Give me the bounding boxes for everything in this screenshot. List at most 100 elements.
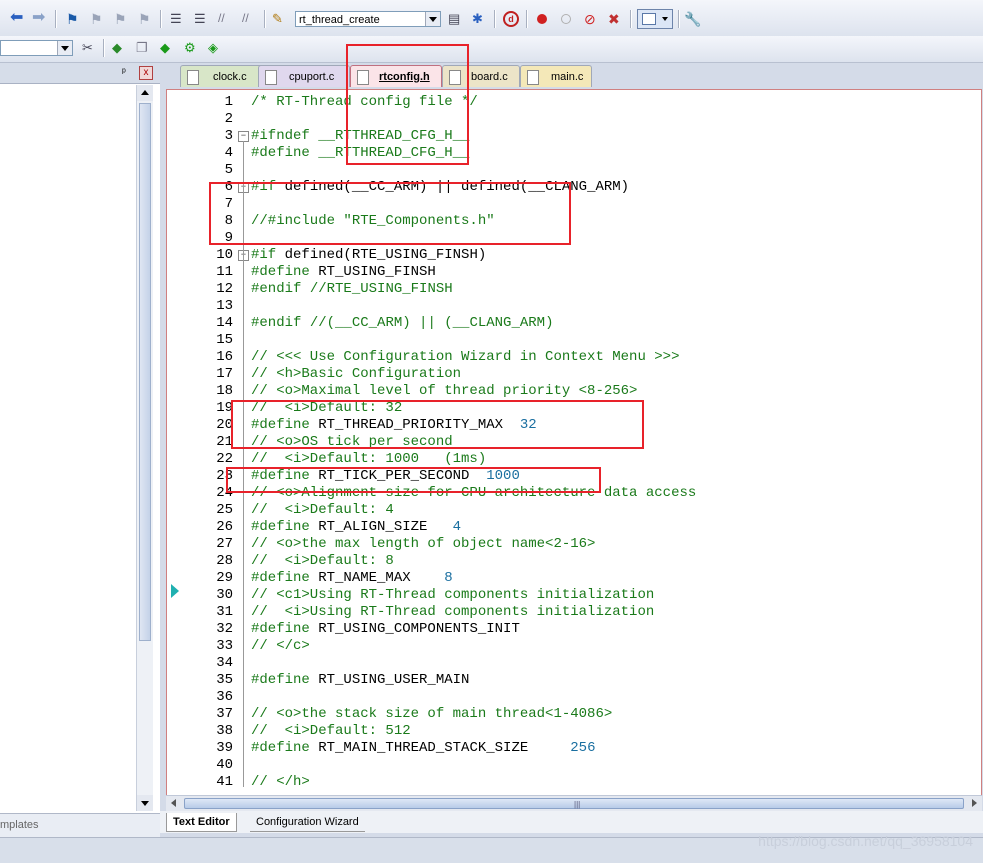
annotation-box-include bbox=[209, 182, 571, 245]
file-icon bbox=[527, 70, 539, 85]
find-in-files-icon[interactable]: ✎ bbox=[272, 11, 288, 27]
code-line: #define RT_USING_USER_MAIN bbox=[251, 672, 470, 688]
line-number: 27 bbox=[216, 536, 233, 552]
line-number: 29 bbox=[216, 570, 233, 586]
chevron-down-icon[interactable] bbox=[57, 41, 72, 55]
bookmark-next-icon[interactable]: ⚑ bbox=[114, 11, 130, 27]
line-number: 1 bbox=[224, 94, 233, 110]
scroll-thumb[interactable] bbox=[139, 103, 151, 641]
code-line: // <i>Default: 4 bbox=[251, 502, 394, 518]
tab-templates[interactable]: mplates bbox=[0, 819, 39, 831]
target-select[interactable] bbox=[0, 40, 73, 56]
tab-label: clock.c bbox=[213, 71, 247, 83]
code-line: // <<< Use Configuration Wizard in Conte… bbox=[251, 349, 680, 365]
line-number: 26 bbox=[216, 519, 233, 535]
line-number: 40 bbox=[216, 757, 233, 773]
code-line: // <h>Basic Configuration bbox=[251, 366, 462, 382]
breakpoint-kill-icon[interactable]: ⊘ bbox=[584, 11, 600, 27]
code-line: // <c1>Using RT-Thread components initia… bbox=[251, 587, 655, 603]
tab-cpuport-c[interactable]: cpuport.c bbox=[258, 65, 350, 87]
scroll-left-icon[interactable] bbox=[171, 799, 176, 807]
line-number: 18 bbox=[216, 383, 233, 399]
project-panel-header: ᵖ x bbox=[0, 63, 160, 84]
line-number: 34 bbox=[216, 655, 233, 671]
editor-hscrollbar[interactable]: ||| bbox=[166, 795, 982, 811]
line-number: 37 bbox=[216, 706, 233, 722]
line-number: 10 bbox=[216, 247, 233, 263]
bookmark-icon[interactable]: ⚑ bbox=[66, 11, 82, 27]
manage-components-icon[interactable]: ◆ bbox=[112, 40, 128, 56]
find-combo[interactable]: rt_thread_create bbox=[295, 11, 441, 27]
tab-label: cpuport.c bbox=[289, 71, 335, 83]
line-number: 13 bbox=[216, 298, 233, 314]
tab-configuration-wizard[interactable]: Configuration Wizard bbox=[250, 813, 365, 832]
line-number: 17 bbox=[216, 366, 233, 382]
options-icon[interactable]: ✂ bbox=[82, 40, 98, 56]
code-line: #endif //RTE_USING_FINSH bbox=[251, 281, 453, 297]
line-number: 32 bbox=[216, 621, 233, 637]
breakpoint-disable-icon[interactable] bbox=[561, 14, 571, 24]
back-arrow-icon[interactable]: ⬅ bbox=[10, 10, 26, 27]
line-number: 36 bbox=[216, 689, 233, 705]
bookmark-clear-icon[interactable]: ⚑ bbox=[138, 11, 154, 27]
find-combo-value: rt_thread_create bbox=[299, 14, 380, 26]
chevron-down-icon[interactable] bbox=[425, 12, 440, 26]
scroll-up-icon[interactable] bbox=[137, 85, 153, 101]
line-number: 28 bbox=[216, 553, 233, 569]
tab-clock-c[interactable]: clock.c bbox=[180, 65, 270, 87]
uncomment-icon[interactable]: // bbox=[242, 11, 258, 27]
project-panel-tabs: mplates bbox=[0, 813, 160, 838]
main-toolbar: ⬅ ➡ ⚑ ⚑ ⚑ ⚑ ☰ ☰ // // ✎ rt_thread_create… bbox=[0, 0, 983, 37]
breakpoint-kill-all-icon[interactable]: ✖ bbox=[608, 11, 624, 27]
code-line: // <o>the stack size of main thread<1-40… bbox=[251, 706, 613, 722]
pin-icon[interactable]: ᵖ bbox=[122, 67, 126, 78]
code-line: // <o>Maximal level of thread priority <… bbox=[251, 383, 638, 399]
gear-diamond-icon[interactable]: ⚙ bbox=[184, 40, 200, 56]
line-number: 4 bbox=[224, 145, 233, 161]
project-panel-scrollbar[interactable] bbox=[136, 85, 153, 811]
watermark: https://blog.csdn.net/qq_36958104 bbox=[758, 833, 973, 849]
line-number: 19 bbox=[216, 400, 233, 416]
code-line: // <i>Default: 512 bbox=[251, 723, 411, 739]
line-number: 2 bbox=[224, 111, 233, 127]
tab-text-editor[interactable]: Text Editor bbox=[166, 813, 237, 832]
project-panel: ᵖ x mplates bbox=[0, 63, 160, 838]
file-icon bbox=[265, 70, 277, 85]
code-line: #endif //(__CC_ARM) || (__CLANG_ARM) bbox=[251, 315, 554, 331]
scroll-right-icon[interactable] bbox=[972, 799, 977, 807]
line-number: 11 bbox=[216, 264, 233, 280]
find-icon[interactable]: ▤ bbox=[448, 11, 464, 27]
code-line: #define RT_MAIN_THREAD_STACK_SIZE 256 bbox=[251, 740, 596, 756]
bookmark-prev-icon[interactable]: ⚑ bbox=[90, 11, 106, 27]
editor-mode-tabs: Text Editor Configuration Wizard bbox=[160, 811, 983, 833]
line-number: 15 bbox=[216, 332, 233, 348]
code-line: #define RT_NAME_MAX 8 bbox=[251, 570, 453, 586]
close-icon[interactable]: x bbox=[139, 66, 153, 80]
window-layout-icon[interactable] bbox=[637, 9, 673, 29]
line-number: 35 bbox=[216, 672, 233, 688]
forward-arrow-icon[interactable]: ➡ bbox=[32, 10, 48, 27]
green-diamond-icon[interactable]: ◆ bbox=[160, 40, 176, 56]
tab-label: board.c bbox=[471, 71, 508, 83]
debug-start-icon[interactable]: d bbox=[503, 11, 519, 27]
settings-wrench-icon[interactable]: 🔧 bbox=[684, 11, 701, 27]
line-number: 22 bbox=[216, 451, 233, 467]
line-number: 5 bbox=[224, 162, 233, 178]
secondary-toolbar: ✂ ◆ ❐ ◆ ⚙ ◈ bbox=[0, 36, 983, 63]
incremental-find-icon[interactable]: ✱ bbox=[472, 11, 488, 27]
tab-main-c[interactable]: main.c bbox=[520, 65, 592, 87]
indent-icon[interactable]: ☰ bbox=[170, 11, 186, 27]
stack-icon[interactable]: ❐ bbox=[136, 40, 152, 56]
tab-label: main.c bbox=[551, 71, 584, 83]
breakpoint-insert-icon[interactable] bbox=[537, 14, 547, 24]
hscroll-thumb[interactable]: ||| bbox=[184, 798, 964, 809]
line-number: 20 bbox=[216, 417, 233, 433]
code-line: // </h> bbox=[251, 774, 310, 790]
code-line: #define RT_USING_COMPONENTS_INIT bbox=[251, 621, 520, 637]
line-number: 38 bbox=[216, 723, 233, 739]
scroll-down-icon[interactable] bbox=[137, 795, 153, 811]
comment-icon[interactable]: // bbox=[218, 11, 234, 27]
unindent-icon[interactable]: ☰ bbox=[194, 11, 210, 27]
code-line: // <o>the max length of object name<2-16… bbox=[251, 536, 596, 552]
run-time-environment-icon[interactable]: ◈ bbox=[208, 40, 224, 56]
